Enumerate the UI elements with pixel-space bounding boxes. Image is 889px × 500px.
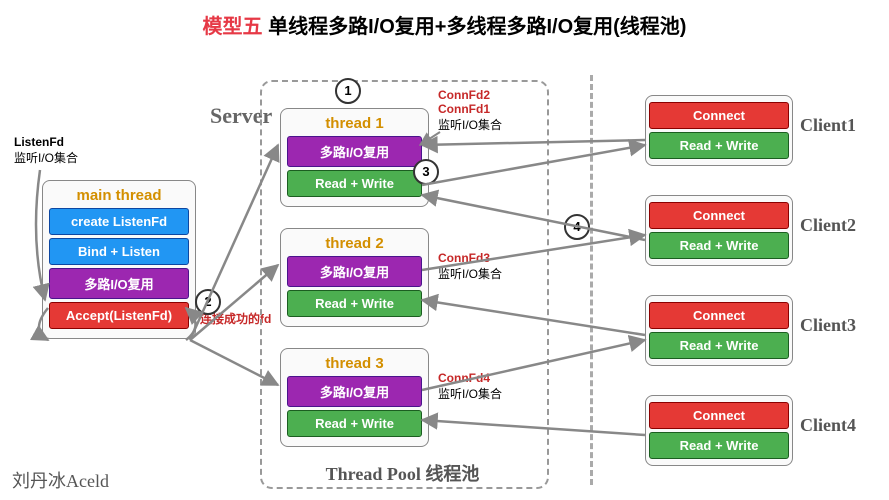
thread-1-title: thread 1 bbox=[287, 115, 422, 132]
thread-2-fds: ConnFd3监听I/O集合 bbox=[438, 251, 502, 282]
thread-2-title: thread 2 bbox=[287, 235, 422, 252]
step-1: 1 bbox=[335, 78, 361, 104]
thread-2-mux: 多路I/O复用 bbox=[287, 256, 422, 287]
thread-3-box: thread 3 多路I/O复用 Read + Write bbox=[280, 348, 429, 447]
main-thread-box: main thread create ListenFd Bind + Liste… bbox=[42, 180, 196, 339]
thread-3-fds: ConnFd4监听I/O集合 bbox=[438, 371, 502, 402]
client-4-box: Connect Read + Write bbox=[645, 395, 793, 466]
client-4-rw: Read + Write bbox=[649, 432, 789, 459]
thread-3-mux: 多路I/O复用 bbox=[287, 376, 422, 407]
divider-line bbox=[590, 75, 593, 485]
bind-listen: Bind + Listen bbox=[49, 238, 189, 265]
client-3-box: Connect Read + Write bbox=[645, 295, 793, 366]
diagram-title: 模型五 单线程多路I/O复用+多线程多路I/O复用(线程池) bbox=[0, 0, 889, 39]
client-3-connect: Connect bbox=[649, 302, 789, 329]
step-4: 4 bbox=[564, 214, 590, 240]
client-1-box: Connect Read + Write bbox=[645, 95, 793, 166]
step-3: 3 bbox=[413, 159, 439, 185]
step-2: 2 bbox=[195, 289, 221, 315]
thread-pool-title: Thread Pool 线程池 bbox=[260, 460, 545, 486]
client-3-label: Client3 bbox=[800, 315, 856, 336]
client-4-connect: Connect bbox=[649, 402, 789, 429]
thread-1-rw: Read + Write bbox=[287, 170, 422, 197]
thread-2-rw: Read + Write bbox=[287, 290, 422, 317]
thread-3-rw: Read + Write bbox=[287, 410, 422, 437]
client-2-label: Client2 bbox=[800, 215, 856, 236]
main-mux: 多路I/O复用 bbox=[49, 268, 189, 299]
client-1-connect: Connect bbox=[649, 102, 789, 129]
listenfd-note: ListenFd监听I/O集合 bbox=[14, 135, 78, 166]
client-1-rw: Read + Write bbox=[649, 132, 789, 159]
client-2-connect: Connect bbox=[649, 202, 789, 229]
thread-1-mux: 多路I/O复用 bbox=[287, 136, 422, 167]
thread-2-box: thread 2 多路I/O复用 Read + Write bbox=[280, 228, 429, 327]
signature: 刘丹冰Aceld bbox=[12, 467, 109, 493]
client-2-box: Connect Read + Write bbox=[645, 195, 793, 266]
create-listenfd: create ListenFd bbox=[49, 208, 189, 235]
thread-3-title: thread 3 bbox=[287, 355, 422, 372]
main-thread-title: main thread bbox=[49, 187, 189, 204]
thread-1-box: thread 1 多路I/O复用 Read + Write bbox=[280, 108, 429, 207]
thread-1-fds: ConnFd2 ConnFd1监听I/O集合 bbox=[438, 88, 502, 133]
client-3-rw: Read + Write bbox=[649, 332, 789, 359]
client-4-label: Client4 bbox=[800, 415, 856, 436]
client-2-rw: Read + Write bbox=[649, 232, 789, 259]
client-1-label: Client1 bbox=[800, 115, 856, 136]
accept: Accept(ListenFd) bbox=[49, 302, 189, 329]
